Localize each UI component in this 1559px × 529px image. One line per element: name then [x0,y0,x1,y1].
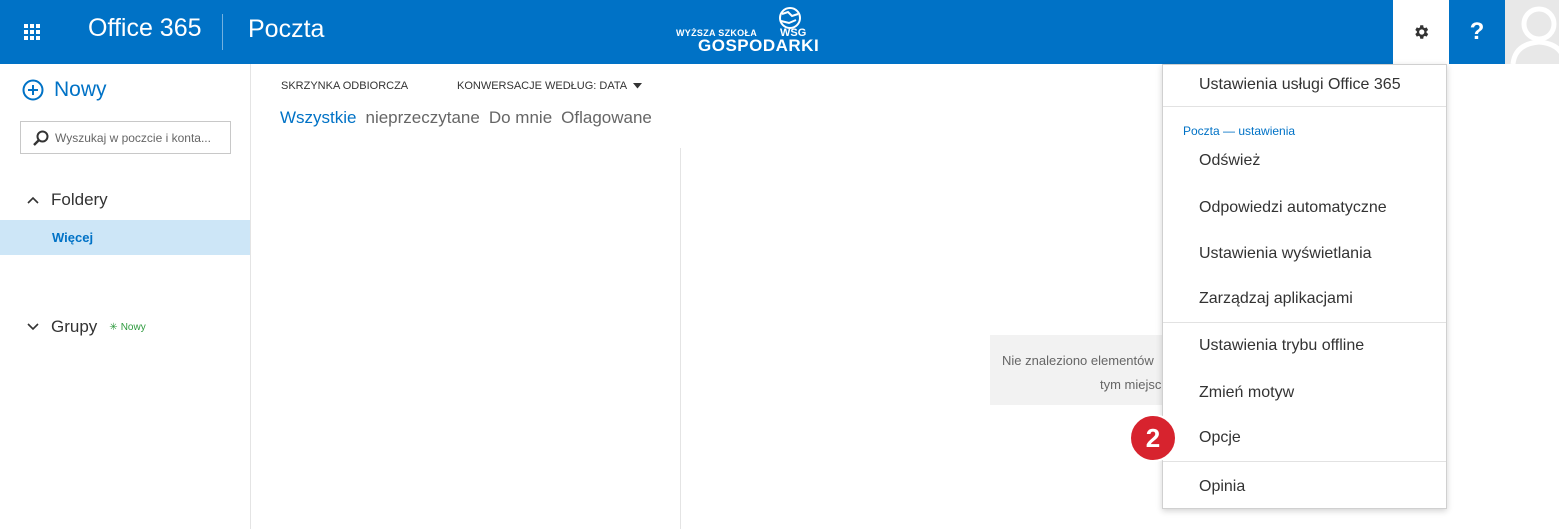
empty-state-message: Nie znaleziono elementów tym miejsc [990,335,1190,405]
filter-flagged[interactable]: Oflagowane [561,108,652,128]
menu-automatic-replies[interactable]: Odpowiedzi automatyczne [1199,199,1387,217]
new-mail-label: Nowy [54,78,107,101]
menu-refresh[interactable]: Odśwież [1199,152,1260,170]
step-number-badge: 2 [1129,414,1177,462]
empty-state-line2: tym miejsc [1100,377,1162,392]
settings-panel: Ustawienia usługi Office 365 Poczta — us… [1162,64,1447,509]
filter-unread[interactable]: nieprzeczytane [366,108,480,128]
menu-offline-settings[interactable]: Ustawienia trybu offline [1199,337,1364,355]
top-bar: Office 365 Poczta WSG WYŻSZA SZKOŁA GOSP… [0,0,1559,64]
message-filters: Wszystkie nieprzeczytane Do mnie Oflagow… [280,108,652,128]
menu-change-theme[interactable]: Zmień motyw [1199,384,1294,402]
caret-down-icon [633,83,643,89]
help-button[interactable]: ? [1449,0,1505,64]
sparkle-icon: ✳ [109,321,118,333]
waffle-icon [24,24,40,40]
folders-toggle[interactable]: Foldery [27,190,108,210]
plus-circle-icon [22,79,44,101]
chevron-up-icon [27,196,39,204]
mail-search-input[interactable]: Wyszukaj w poczcie i konta... [20,121,231,154]
app-launcher-button[interactable] [0,0,64,64]
folder-more-item[interactable]: Więcej [0,220,250,255]
office-365-brand[interactable]: Office 365 [88,14,202,43]
header-divider [222,14,223,50]
reading-pane-divider [680,148,681,529]
inbox-label: SKRZYNKA ODBIORCZA [281,80,409,92]
app-name[interactable]: Poczta [248,15,324,44]
settings-divider [1163,106,1446,107]
wsg-globe-icon: WSG [779,7,806,38]
filter-to-me[interactable]: Do mnie [489,108,552,128]
user-avatar-icon[interactable] [1505,0,1559,64]
search-icon [33,130,49,146]
message-list-pane [250,64,680,529]
menu-options[interactable]: Opcje [1199,429,1241,447]
office-365-settings-link[interactable]: Ustawienia usługi Office 365 [1199,76,1401,94]
sort-dropdown[interactable]: KONWERSACJE WEDŁUG: DATA [457,80,643,92]
chevron-down-icon [27,323,39,331]
groups-toggle[interactable]: Grupy ✳ Nowy [27,317,146,337]
search-placeholder: Wyszukaj w poczcie i konta... [55,130,211,145]
menu-feedback[interactable]: Opinia [1199,478,1245,496]
wsg-logo: WSG WYŻSZA SZKOŁA GOSPODARKI [676,6,820,58]
groups-label: Grupy [51,317,98,336]
logo-line2: GOSPODARKI [698,36,820,55]
groups-new-badge: ✳ Nowy [109,321,146,333]
menu-manage-apps[interactable]: Zarządzaj aplikacjami [1199,290,1353,308]
settings-divider [1163,461,1446,462]
filter-all[interactable]: Wszystkie [280,108,357,128]
empty-state-line1: Nie znaleziono elementów [1002,353,1154,368]
settings-divider [1163,322,1446,323]
settings-button[interactable] [1393,0,1449,64]
mail-settings-header: Poczta — ustawienia [1183,124,1296,138]
sort-label: KONWERSACJE WEDŁUG: DATA [457,80,628,92]
new-mail-button[interactable]: Nowy [22,78,107,102]
menu-display-settings[interactable]: Ustawienia wyświetlania [1199,245,1372,263]
gear-icon [1415,25,1429,39]
folders-label: Foldery [51,190,108,209]
